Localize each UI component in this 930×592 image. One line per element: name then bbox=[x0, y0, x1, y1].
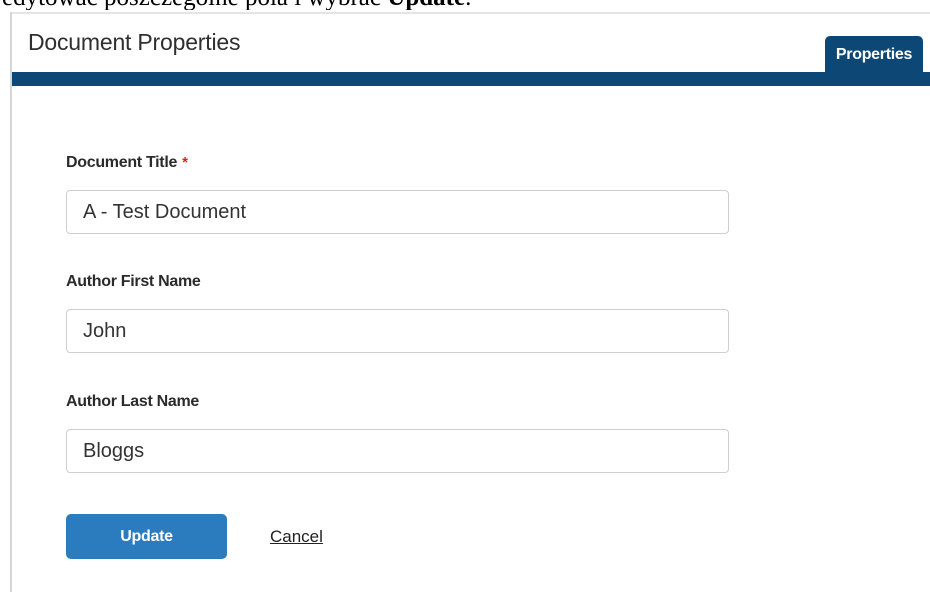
caption-bold: Update bbox=[387, 0, 465, 10]
cancel-link[interactable]: Cancel bbox=[270, 527, 323, 547]
page-title: Document Properties bbox=[28, 29, 241, 55]
author-first-name-label: Author First Name bbox=[66, 273, 201, 290]
required-marker: * bbox=[182, 154, 188, 171]
frame-left-border bbox=[10, 12, 12, 592]
tab-properties[interactable]: Properties bbox=[825, 36, 923, 74]
author-last-name-input[interactable] bbox=[66, 429, 729, 473]
frame-top-border bbox=[10, 12, 930, 14]
update-button[interactable]: Update bbox=[66, 514, 227, 559]
caption-text: edytować poszczególne pola i wybrać Upda… bbox=[0, 0, 930, 10]
document-title-input[interactable] bbox=[66, 190, 729, 234]
caption-main: edytować poszczególne pola i wybrać bbox=[2, 0, 387, 10]
author-first-name-input[interactable] bbox=[66, 309, 729, 353]
caption-end: . bbox=[465, 0, 471, 10]
document-title-label-text: Document Title bbox=[66, 154, 178, 171]
header-bar bbox=[12, 72, 930, 86]
author-last-name-label: Author Last Name bbox=[66, 393, 199, 410]
document-title-label: Document Title * bbox=[66, 154, 188, 172]
